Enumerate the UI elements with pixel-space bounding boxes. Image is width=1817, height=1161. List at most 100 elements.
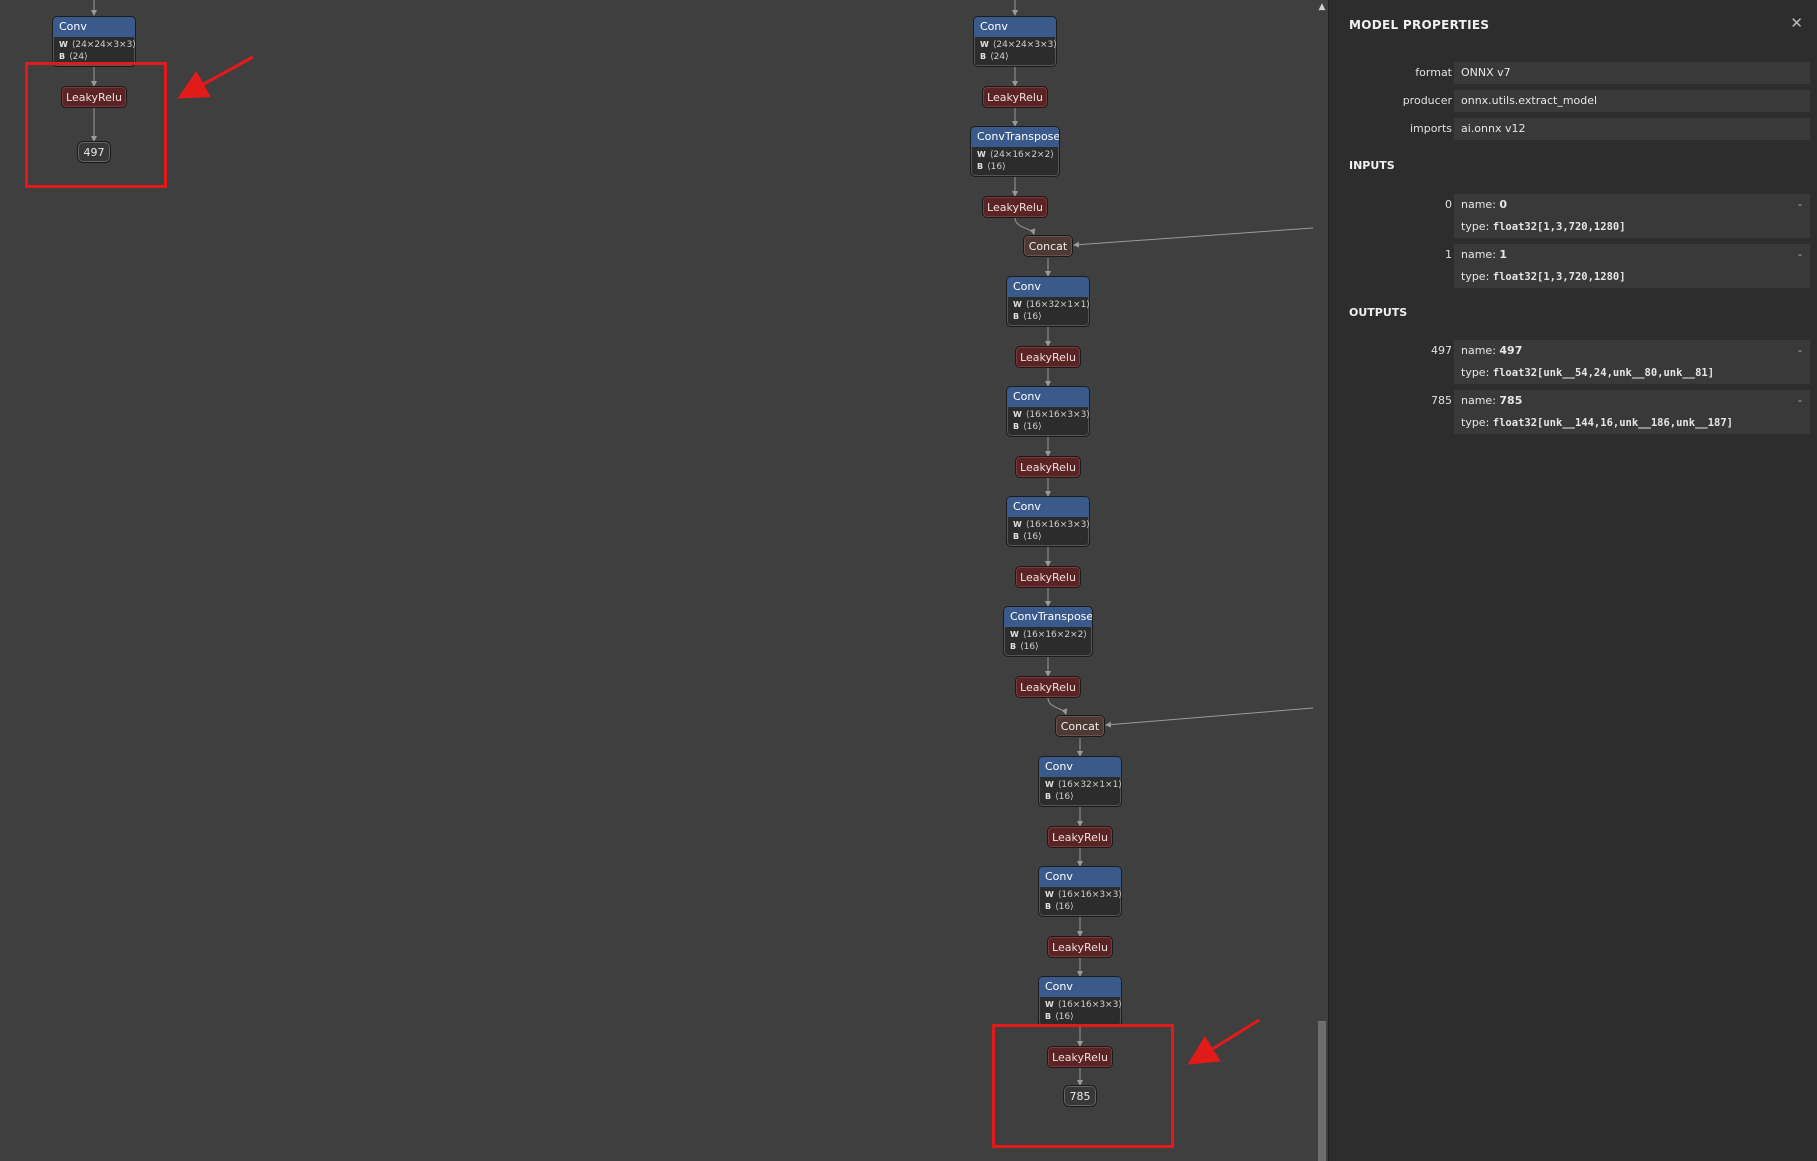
input-key: 0	[1445, 198, 1452, 211]
weight-label: W	[1010, 630, 1019, 639]
weight-label: W	[1013, 300, 1022, 309]
leakyrelu-node[interactable]: LeakyRelu	[982, 196, 1048, 218]
conv-node[interactable]: Conv W ⟨16×32×1×1⟩ B ⟨16⟩	[1006, 276, 1090, 327]
output-key: 497	[1431, 344, 1452, 357]
leakyrelu-node[interactable]: LeakyRelu	[1015, 346, 1081, 368]
outputs-section-title: OUTPUTS	[1349, 306, 1408, 319]
property-row-imports: imports ai.onnx v12	[1329, 117, 1817, 141]
conv-node[interactable]: Conv W ⟨16×16×3×3⟩ B ⟨16⟩	[1038, 866, 1122, 917]
graph-canvas[interactable]: Conv W ⟨24×24×3×3⟩ B ⟨24⟩ LeakyRelu 497 Co…	[0, 0, 1328, 1161]
output-item: 785 name: 785 type: float32[unk__144,16,…	[1329, 390, 1817, 434]
model-properties-panel: MODEL PROPERTIES ✕ format ONNX v7 produc…	[1328, 0, 1817, 1161]
expand-toggle[interactable]: -	[1798, 340, 1802, 362]
weight-shape: ⟨16×16×3×3⟩	[1057, 1000, 1122, 1010]
convtranspose-node[interactable]: ConvTranspose W ⟨16×16×2×2⟩ B ⟨16⟩	[1003, 606, 1093, 657]
property-row-format: format ONNX v7	[1329, 61, 1817, 85]
weight-label: W	[1045, 1000, 1054, 1009]
weight-label: W	[977, 150, 986, 159]
leakyrelu-node[interactable]: LeakyRelu	[1047, 826, 1113, 848]
weight-shape: ⟨16×16×3×3⟩	[1057, 890, 1122, 900]
node-op-label: Conv	[53, 17, 135, 37]
type-label: type:	[1461, 270, 1490, 283]
bias-label: B	[1013, 422, 1020, 431]
leakyrelu-node[interactable]: LeakyRelu	[1015, 456, 1081, 478]
bias-label: B	[59, 52, 66, 61]
node-op-label: ConvTranspose	[971, 127, 1059, 147]
property-value[interactable]: ai.onnx v12	[1454, 118, 1810, 140]
weight-label: W	[1013, 520, 1022, 529]
conv-node[interactable]: Conv W ⟨16×16×3×3⟩ B ⟨16⟩	[1006, 496, 1090, 547]
input-type: float32[1,3,720,1280]	[1492, 271, 1626, 283]
property-key: producer	[1402, 94, 1452, 107]
expand-toggle[interactable]: -	[1798, 244, 1802, 266]
conv-node[interactable]: Conv W ⟨16×32×1×1⟩ B ⟨16⟩	[1038, 756, 1122, 807]
weight-shape: ⟨16×32×1×1⟩	[1057, 780, 1122, 790]
bias-label: B	[980, 52, 987, 61]
inputs-section-title: INPUTS	[1349, 159, 1395, 172]
weight-label: W	[1045, 890, 1054, 899]
node-op-label: Conv	[1007, 387, 1089, 407]
output-detail[interactable]: name: 785 type: float32[unk__144,16,unk_…	[1454, 390, 1810, 434]
output-type: float32[unk__54,24,unk__80,unk__81]	[1492, 367, 1715, 379]
property-row-producer: producer onnx.utils.extract_model	[1329, 89, 1817, 113]
weight-shape: ⟨24×24×3×3⟩	[992, 40, 1057, 50]
node-op-label: Conv	[1007, 277, 1089, 297]
bias-shape: ⟨16⟩	[1023, 422, 1042, 432]
conv-node[interactable]: Conv W ⟨24×24×3×3⟩ B ⟨24⟩	[52, 16, 136, 67]
name-label: name:	[1461, 198, 1496, 211]
concat-node[interactable]: Concat	[1055, 715, 1105, 737]
scroll-up-icon[interactable]: ▲	[1316, 2, 1328, 12]
annotation-arrow	[177, 55, 254, 99]
leakyrelu-node[interactable]: LeakyRelu	[1015, 676, 1081, 698]
close-icon[interactable]: ✕	[1790, 14, 1803, 32]
weight-label: W	[1045, 780, 1054, 789]
expand-toggle[interactable]: -	[1798, 194, 1802, 216]
type-label: type:	[1461, 366, 1490, 379]
graph-edges	[91, 0, 1314, 1086]
bias-shape: ⟨16⟩	[1055, 902, 1074, 912]
conv-node[interactable]: Conv W ⟨16×16×3×3⟩ B ⟨16⟩	[1006, 386, 1090, 437]
node-op-label: Conv	[1007, 497, 1089, 517]
bias-shape: ⟨16⟩	[1020, 642, 1039, 652]
output-name: 497	[1499, 344, 1523, 357]
bias-shape: ⟨24⟩	[990, 52, 1009, 62]
property-value[interactable]: ONNX v7	[1454, 62, 1810, 84]
convtranspose-node[interactable]: ConvTranspose W ⟨24×16×2×2⟩ B ⟨16⟩	[970, 126, 1060, 177]
node-op-label: ConvTranspose	[1004, 607, 1092, 627]
input-item: 0 name: 0 type: float32[1,3,720,1280] -	[1329, 194, 1817, 238]
name-label: name:	[1461, 394, 1496, 407]
conv-node[interactable]: Conv W ⟨16×16×3×3⟩ B ⟨16⟩	[1038, 976, 1122, 1027]
bias-label: B	[977, 162, 984, 171]
weight-shape: ⟨16×16×3×3⟩	[1025, 520, 1090, 530]
bias-label: B	[1013, 312, 1020, 321]
input-detail[interactable]: name: 1 type: float32[1,3,720,1280] -	[1454, 244, 1810, 288]
expand-toggle[interactable]: -	[1798, 390, 1802, 412]
input-item: 1 name: 1 type: float32[1,3,720,1280] -	[1329, 244, 1817, 288]
output-type: float32[unk__144,16,unk__186,unk__187]	[1492, 417, 1733, 429]
input-key: 1	[1445, 248, 1452, 261]
weight-shape: ⟨24×16×2×2⟩	[989, 150, 1054, 160]
bias-label: B	[1010, 642, 1017, 651]
output-item: 497 name: 497 type: float32[unk__54,24,u…	[1329, 340, 1817, 384]
input-detail[interactable]: name: 0 type: float32[1,3,720,1280] -	[1454, 194, 1810, 238]
scrollbar-thumb[interactable]	[1318, 1021, 1326, 1161]
property-key: format	[1415, 66, 1452, 79]
conv-node[interactable]: Conv W ⟨24×24×3×3⟩ B ⟨24⟩	[973, 16, 1057, 67]
input-type: float32[1,3,720,1280]	[1492, 221, 1626, 233]
type-label: type:	[1461, 220, 1490, 233]
output-key: 785	[1431, 394, 1452, 407]
concat-node[interactable]: Concat	[1023, 235, 1073, 257]
leakyrelu-node[interactable]: LeakyRelu	[982, 86, 1048, 108]
output-detail[interactable]: name: 497 type: float32[unk__54,24,unk__…	[1454, 340, 1810, 384]
annotation-arrow	[1187, 1018, 1260, 1065]
output-name: 785	[1499, 394, 1523, 407]
weight-shape: ⟨16×16×3×3⟩	[1025, 410, 1090, 420]
leakyrelu-node[interactable]: LeakyRelu	[1015, 566, 1081, 588]
bias-label: B	[1045, 792, 1052, 801]
leakyrelu-node[interactable]: LeakyRelu	[1047, 936, 1113, 958]
property-value[interactable]: onnx.utils.extract_model	[1454, 90, 1810, 112]
vertical-scrollbar[interactable]	[1316, 0, 1328, 1161]
node-op-label: Conv	[974, 17, 1056, 37]
highlight-box	[992, 1024, 1174, 1148]
panel-title: MODEL PROPERTIES	[1349, 18, 1490, 32]
